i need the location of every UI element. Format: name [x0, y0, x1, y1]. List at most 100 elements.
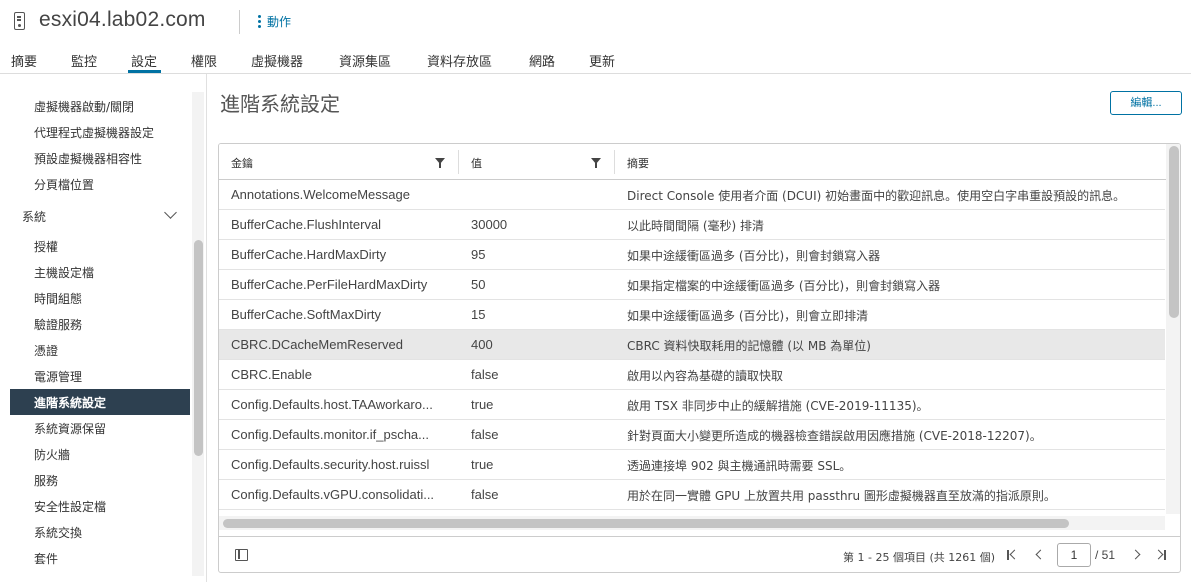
cell-key: BufferCache.PerFileHardMaxDirty — [231, 277, 428, 292]
table-row[interactable]: Annotations.WelcomeMessage Direct Console… — [219, 180, 1165, 210]
tab-datastores[interactable]: 資料存放區 — [427, 51, 492, 70]
sidebar-item-security-profile[interactable]: 安全性設定檔 — [34, 498, 106, 515]
cell-summary: 針對頁面大小變更所造成的機器檢查錯誤啟用因應措施 (CVE-2018-12207… — [627, 429, 1042, 443]
sidebar-item-vm-startup-shutdown[interactable]: 虛擬機器啟動/關閉 — [34, 98, 134, 115]
cell-summary: 啟用 TSX 非同步中止的緩解措施 (CVE-2019-11135)。 — [627, 399, 929, 413]
grid-vertical-scrollbar-thumb[interactable] — [1169, 146, 1179, 318]
cell-value: 15 — [471, 307, 486, 322]
cell-value: false — [471, 487, 499, 502]
sidebar-item-licensing[interactable]: 授權 — [34, 238, 58, 255]
cell-summary: 用於在同一實體 GPU 上放置共用 passthru 圖形虛擬機器直至放滿的指派… — [627, 489, 1056, 503]
page-title: 進階系統設定 — [220, 92, 340, 116]
sidebar-item-time-configuration[interactable]: 時間組態 — [34, 290, 82, 307]
grid-body: Annotations.WelcomeMessage Direct Console… — [219, 180, 1165, 514]
table-row[interactable]: CBRC.DCacheMemReserved 400 CBRC 資料快取耗用的記憶體… — [219, 330, 1165, 360]
sidebar-scrollbar-thumb[interactable] — [194, 240, 203, 456]
host-server-icon — [14, 12, 25, 30]
header-divider — [239, 10, 240, 34]
active-tab-indicator — [128, 70, 161, 73]
cell-key: Config.Defaults.monitor.if_pscha... — [231, 427, 429, 442]
sidebar-item-power-management[interactable]: 電源管理 — [34, 368, 82, 385]
cell-key: Annotations.WelcomeMessage — [231, 187, 410, 202]
cell-summary: 如果中途緩衝區過多 (百分比)，則會立即排清 — [627, 309, 869, 323]
filter-icon[interactable] — [435, 158, 445, 168]
grid-footer: 第 1 - 25 個項目 (共 1261 個) / 51 — [219, 536, 1180, 572]
grid-header: 金鑰 值 摘要 — [219, 144, 1180, 180]
tab-summary[interactable]: 摘要 — [11, 51, 37, 70]
column-toggle-icon[interactable] — [235, 549, 248, 561]
sidebar-item-certificate[interactable]: 憑證 — [34, 342, 58, 359]
cell-value: true — [471, 397, 494, 412]
table-row[interactable]: Config.Defaults.vGPU.consolidati... false… — [219, 480, 1165, 510]
cell-key: Config.Defaults.host.TAAworkaro... — [231, 397, 433, 412]
column-header-value[interactable]: 值 — [471, 155, 482, 171]
cell-value: 30000 — [471, 217, 508, 232]
sidebar-group-system[interactable]: 系統 — [22, 208, 46, 225]
pagination-count: 第 1 - 25 個項目 (共 1261 個) — [843, 551, 996, 564]
cell-summary: 以此時間間隔 (毫秒) 排清 — [627, 219, 764, 233]
table-row[interactable]: BufferCache.SoftMaxDirty 15 如果中途緩衝區過多 (百分比… — [219, 300, 1165, 330]
table-row[interactable]: CBRC.Enable false 啟用以內容為基礎的讀取快取 — [219, 360, 1165, 390]
tab-updates[interactable]: 更新 — [589, 51, 615, 70]
column-header-key[interactable]: 金鑰 — [231, 155, 253, 171]
tab-configure[interactable]: 設定 — [131, 51, 157, 70]
sidebar-item-firewall[interactable]: 防火牆 — [34, 446, 70, 463]
tab-resource-pools[interactable]: 資源集區 — [339, 51, 391, 70]
tab-networks[interactable]: 網路 — [529, 51, 555, 70]
cell-summary: 啟用以內容為基礎的讀取快取 — [627, 369, 784, 383]
tab-permissions[interactable]: 權限 — [191, 51, 217, 70]
first-page-icon[interactable] — [1005, 547, 1019, 563]
cell-summary: 如果指定檔案的中途緩衝區過多 (百分比)，則會封鎖寫入器 — [627, 279, 941, 293]
table-row[interactable]: BufferCache.FlushInterval 30000 以此時間間隔 (毫秒… — [219, 210, 1165, 240]
column-header-summary[interactable]: 摘要 — [627, 155, 649, 171]
next-page-icon[interactable] — [1130, 547, 1144, 563]
column-separator[interactable] — [614, 150, 615, 174]
actions-label: 動作 — [267, 15, 292, 29]
grid-horizontal-scrollbar-thumb[interactable] — [223, 519, 1069, 528]
sidebar-item-swap-file-location[interactable]: 分頁檔位置 — [34, 176, 94, 193]
table-row[interactable]: BufferCache.HardMaxDirty 95 如果中途緩衝區過多 (百分比… — [219, 240, 1165, 270]
page-number-input[interactable] — [1057, 543, 1091, 567]
cell-summary: 如果中途緩衝區過多 (百分比)，則會封鎖寫入器 — [627, 249, 881, 263]
cell-summary: Direct Console 使用者介面 (DCUI) 初始畫面中的歡迎訊息。使… — [627, 189, 1126, 203]
cell-key: BufferCache.HardMaxDirty — [231, 247, 387, 262]
sidebar-item-default-vm-compatibility[interactable]: 預設虛擬機器相容性 — [34, 150, 142, 167]
column-separator[interactable] — [458, 150, 459, 174]
table-row[interactable]: Config.Defaults.monitor.if_pscha... false… — [219, 420, 1165, 450]
cell-key: BufferCache.FlushInterval — [231, 217, 382, 232]
cell-key: BufferCache.SoftMaxDirty — [231, 307, 382, 322]
filter-icon[interactable] — [591, 158, 601, 168]
sidebar-item-agent-vm-settings[interactable]: 代理程式虛擬機器設定 — [34, 124, 154, 141]
sidebar-item-system-swap[interactable]: 系統交換 — [34, 524, 82, 541]
sidebar-item-authentication-services[interactable]: 驗證服務 — [34, 316, 82, 333]
tab-monitor[interactable]: 監控 — [71, 51, 97, 70]
tab-vms[interactable]: 虛擬機器 — [251, 51, 303, 70]
table-row[interactable]: Config.Defaults.host.TAAworkaro... true 啟用… — [219, 390, 1165, 420]
table-row[interactable]: Config.Defaults.security.host.ruissl true… — [219, 450, 1165, 480]
cell-key: CBRC.DCacheMemReserved — [231, 337, 403, 352]
table-row[interactable]: BufferCache.PerFileHardMaxDirty 50 如果指定檔案的… — [219, 270, 1165, 300]
sidebar-item-packages[interactable]: 套件 — [34, 550, 58, 567]
cell-value: 400 — [471, 337, 493, 352]
previous-page-icon[interactable] — [1032, 547, 1046, 563]
cell-value: false — [471, 367, 499, 382]
last-page-icon[interactable] — [1154, 547, 1168, 563]
cell-key: Config.Defaults.vGPU.consolidati... — [231, 487, 435, 502]
sidebar-item-advanced-system-settings-label: 進階系統設定 — [34, 396, 107, 410]
chevron-down-icon[interactable] — [164, 206, 177, 219]
actions-menu-button[interactable]: 動作 — [258, 13, 291, 30]
cell-value: 95 — [471, 247, 486, 262]
edit-button[interactable]: 編輯... — [1110, 91, 1182, 115]
sidebar-item-services[interactable]: 服務 — [34, 472, 58, 489]
cell-summary: 透過連接埠 902 與主機通訊時需要 SSL。 — [627, 459, 852, 473]
total-pages: / 51 — [1095, 548, 1116, 562]
cell-key: CBRC.Enable — [231, 367, 312, 382]
header: esxi04.lab02.com 動作 — [0, 0, 1191, 44]
sidebar-item-system-resource-reservation[interactable]: 系統資源保留 — [34, 420, 106, 437]
advanced-settings-grid: 金鑰 值 摘要 Annotations.WelcomeMessage Direct… — [218, 143, 1181, 573]
sidebar-divider — [206, 74, 207, 582]
sidebar-item-host-profile[interactable]: 主機設定檔 — [34, 264, 94, 281]
tab-bar: 摘要 監控 設定 權限 虛擬機器 資源集區 資料存放區 網路 更新 — [0, 44, 1191, 74]
cell-key: Config.Defaults.security.host.ruissl — [231, 457, 430, 472]
cell-summary: CBRC 資料快取耗用的記憶體 (以 MB 為單位) — [627, 339, 871, 353]
